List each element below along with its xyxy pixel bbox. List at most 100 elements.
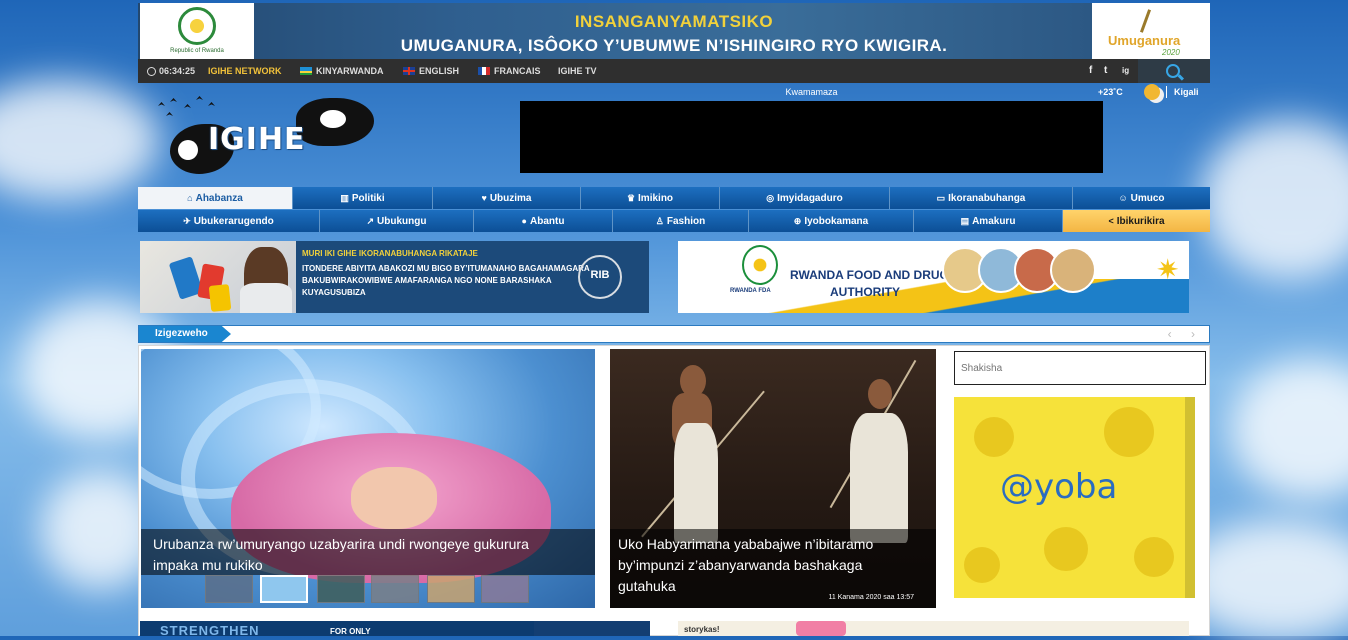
bottom-ad-subtext: FOR ONLY xyxy=(330,627,371,636)
home-icon: ⌂ xyxy=(187,193,193,203)
instagram-icon[interactable]: ig xyxy=(1122,59,1129,83)
search-input[interactable] xyxy=(954,351,1206,385)
nav-umuco[interactable]: ☺ Umuco xyxy=(1073,187,1210,209)
tv-link[interactable]: IGIHE TV xyxy=(558,59,597,83)
latest-bar: Izigezweho ‹ › xyxy=(138,325,1210,343)
nav-abantu[interactable]: ● Abantu xyxy=(474,210,613,232)
nav-ahabanza[interactable]: ⌂ Ahabanza xyxy=(138,187,293,209)
rib-body: ITONDERE ABIYITA ABAKOZI MU BIGO BY’ITUM… xyxy=(302,264,590,297)
nav-label: Imikino xyxy=(638,192,674,204)
site-logo[interactable]: IGIHE xyxy=(150,94,390,184)
clock-time: 06:34:25 xyxy=(159,66,196,76)
ad-label: Kwamamaza xyxy=(785,87,838,97)
theme-banner[interactable]: Republic of Rwanda INSANGANYAMATSIKO UMU… xyxy=(138,3,1210,59)
bottom-ad-text: STRENGTHEN xyxy=(160,623,260,636)
lang-francais[interactable]: FRANCAIS xyxy=(478,59,541,83)
nav-ubukerarugendo[interactable]: ✈ Ubukerarugendo xyxy=(138,210,320,232)
clock: 06:34:25 xyxy=(147,59,195,83)
building-icon: ▥ xyxy=(340,192,349,203)
nav-label: Ikoranabuhanga xyxy=(948,192,1026,204)
nav-ikoranabuhanga[interactable]: ▭ Ikoranabuhanga xyxy=(890,187,1073,209)
bottom-advert-middle[interactable] xyxy=(534,621,650,636)
thumbnail[interactable] xyxy=(260,575,308,603)
nav-label: Ubukungu xyxy=(377,215,427,227)
featured-story[interactable]: Urubanza rw’umuryango uzabyarira undi rw… xyxy=(141,349,595,608)
nav-fashion[interactable]: ♙ Fashion xyxy=(613,210,749,232)
logo-text: IGIHE xyxy=(208,122,306,157)
plane-icon: ✈ xyxy=(183,215,191,226)
fda-title: RWANDA FOOD AND DRUGS AUTHORITY xyxy=(790,267,957,301)
thumbnail-strip xyxy=(205,575,595,605)
search-button[interactable] xyxy=(1138,59,1210,83)
fda-emblem-icon xyxy=(742,245,778,285)
weather-city[interactable]: Kigali xyxy=(1174,87,1199,97)
sorghum-icon xyxy=(1139,9,1152,33)
decor-dot xyxy=(1044,527,1088,571)
nav-amakuru[interactable]: ▤ Amakuru xyxy=(914,210,1063,232)
trophy-icon: ♛ xyxy=(626,192,636,203)
uk-flag-icon xyxy=(403,67,415,75)
decor-dot xyxy=(1134,537,1174,577)
top-bar: 06:34:25 IGIHE NETWORK KINYARWANDA ENGLI… xyxy=(138,59,1210,83)
umuganura-year: 2020 xyxy=(1162,48,1180,57)
newspaper-icon: ▤ xyxy=(960,215,970,226)
thumbnail[interactable] xyxy=(371,575,419,603)
rib-headline: MURI IKI GIHE IKORANABUHANGA RIKATAJE xyxy=(302,249,478,258)
person-head xyxy=(868,379,892,409)
secondary-nav: ✈ Ubukerarugendo ↗ Ubukungu ● Abantu ♙ Fashi… xyxy=(138,210,1210,232)
nav-ubukungu[interactable]: ↗ Ubukungu xyxy=(320,210,474,232)
rib-advert[interactable]: MURI IKI GIHE IKORANABUHANGA RIKATAJE IT… xyxy=(140,241,649,313)
fda-title-line: AUTHORITY xyxy=(830,285,900,299)
banner-title: INSANGANYAMATSIKO xyxy=(574,12,774,31)
nav-imikino[interactable]: ♛ Imikino xyxy=(581,187,720,209)
banner-subtitle: UMUGANURA, ISÔOKO Y’UBUMWE N’ISHINGIRO R… xyxy=(400,36,948,55)
france-flag-icon xyxy=(478,67,490,75)
fda-advert[interactable]: RWANDA FDA RWANDA FOOD AND DRUGS AUTHORI… xyxy=(678,241,1189,313)
bottom-advert-left[interactable]: STRENGTHEN FOR ONLY xyxy=(140,621,534,636)
yoba-advert[interactable]: @yoba xyxy=(954,397,1195,598)
twitter-icon[interactable]: t xyxy=(1104,59,1107,83)
divider xyxy=(1166,86,1167,98)
temperature: +23˚C xyxy=(1098,87,1123,97)
rwanda-flag-icon xyxy=(300,67,312,75)
target-icon: ◎ xyxy=(766,192,775,203)
lang-label: FRANCAIS xyxy=(494,66,541,76)
thumbnail[interactable] xyxy=(205,575,253,603)
featured-title[interactable]: Urubanza rw’umuryango uzabyarira undi rw… xyxy=(153,534,573,576)
header-advert[interactable] xyxy=(520,101,1103,173)
nav-ubuzima[interactable]: ♥ Ubuzima xyxy=(433,187,581,209)
nav-label: Iyobokamana xyxy=(804,215,869,227)
clock-icon xyxy=(147,67,156,76)
mask-icon: ☺ xyxy=(1118,193,1128,203)
bottom-advert-right[interactable]: storykas! xyxy=(678,621,1189,636)
network-link[interactable]: IGIHE NETWORK xyxy=(208,59,282,83)
latest-arrows[interactable]: ‹ › xyxy=(1168,326,1203,342)
fda-emblem-label: RWANDA FDA xyxy=(730,288,771,294)
rib-badge-icon: RIB xyxy=(578,255,622,299)
nav-imyidagaduro[interactable]: ◎ Imyidagaduro xyxy=(720,187,890,209)
main-content: Urubanza rw’umuryango uzabyarira undi rw… xyxy=(138,345,1210,636)
facebook-icon[interactable]: f xyxy=(1089,59,1092,83)
latest-tag[interactable]: Izigezweho xyxy=(139,326,231,342)
fda-title-line: RWANDA FOOD AND DRUGS xyxy=(790,268,957,282)
lang-label: ENGLISH xyxy=(419,66,460,76)
nav-ibikurikira[interactable]: < Ibikurikira xyxy=(1063,210,1210,232)
share-icon: < xyxy=(1108,216,1114,226)
thumbnail[interactable] xyxy=(427,575,475,603)
umuganura-logo: Umuganura 2020 xyxy=(1092,3,1210,59)
second-story[interactable]: Uko Habyarimana yababajwe n’ibitaramo by… xyxy=(610,349,936,608)
thumbnail[interactable] xyxy=(317,575,365,603)
nav-politiki[interactable]: ▥ Politiki xyxy=(293,187,433,209)
lang-kinyarwanda[interactable]: KINYARWANDA xyxy=(300,59,384,83)
story-title[interactable]: Uko Habyarimana yababajwe n’ibitaramo by… xyxy=(618,534,918,597)
yoba-logo: @yoba xyxy=(1000,467,1118,507)
nav-label: Ubuzima xyxy=(489,192,532,204)
lang-english[interactable]: ENGLISH xyxy=(403,59,459,83)
person-robe xyxy=(850,413,908,543)
baby-face xyxy=(351,467,437,529)
thumbnail[interactable] xyxy=(481,575,529,603)
users-icon: ● xyxy=(521,216,527,226)
umuganura-label: Umuganura xyxy=(1108,33,1181,48)
nav-iyobokamana[interactable]: ⊕ Iyobokamana xyxy=(749,210,914,232)
lang-label: KINYARWANDA xyxy=(316,66,384,76)
